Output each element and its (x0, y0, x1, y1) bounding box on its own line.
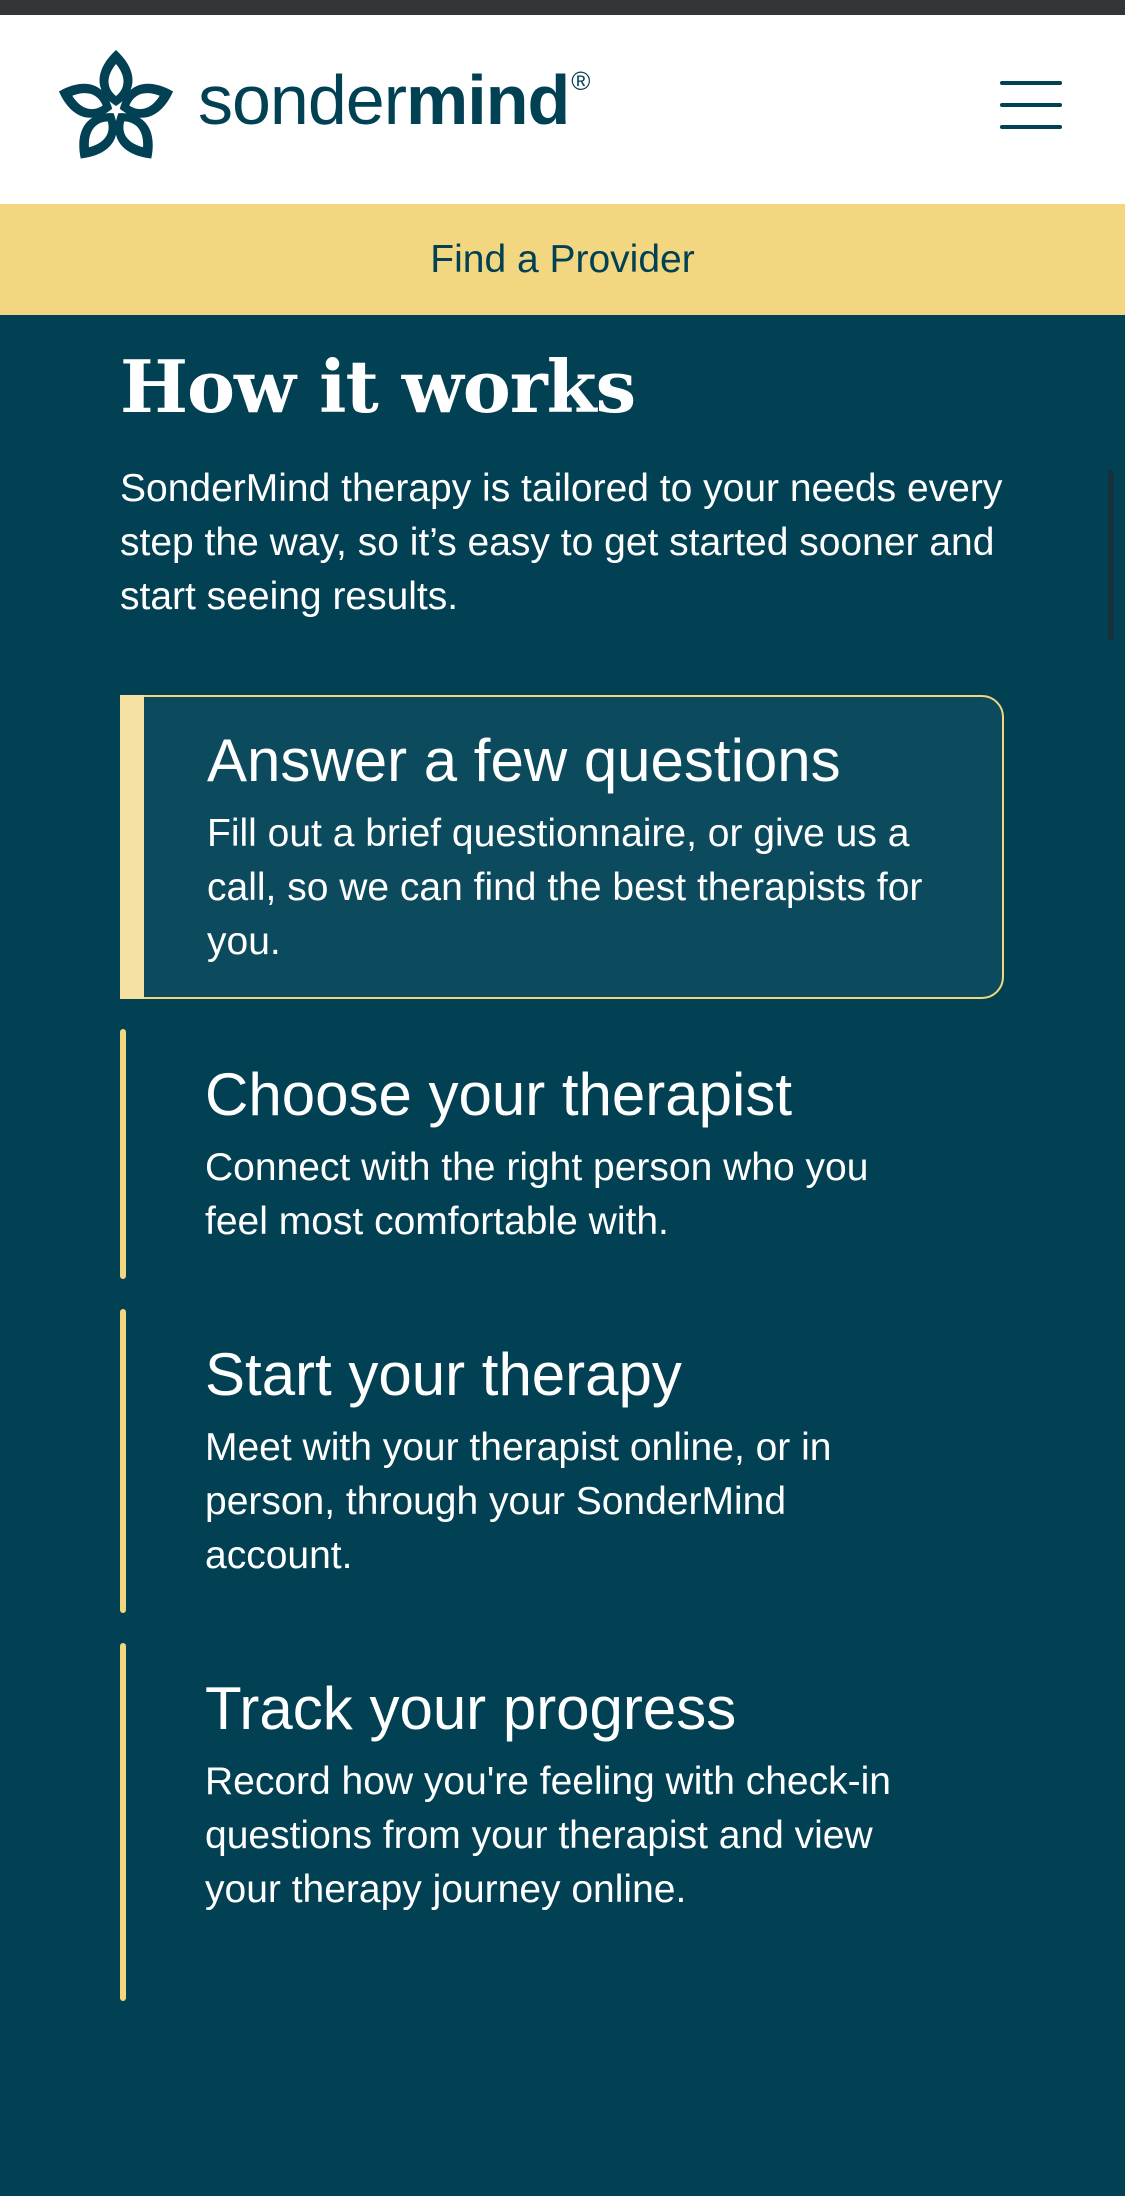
brand-wordmark[interactable]: sondermind® (198, 65, 590, 135)
step-title: Start your therapy (205, 1341, 682, 1408)
step-start-therapy[interactable]: Start your therapy Meet with your therap… (120, 1309, 1004, 1613)
step-indicator-bar (120, 1643, 126, 2001)
step-answer-questions[interactable]: Answer a few questions Fill out a brief … (120, 695, 1004, 999)
registered-mark: ® (571, 66, 590, 96)
section-intro: SonderMind therapy is tailored to your n… (120, 467, 1003, 618)
step-description: Meet with your therapist online, or in p… (205, 1426, 832, 1577)
section-heading: How it works (120, 344, 636, 429)
brand-wordmark-light: sonder (198, 61, 407, 139)
step-description: Connect with the right person who you fe… (205, 1146, 869, 1243)
step-description: Record how you're feeling with check-in … (205, 1760, 891, 1911)
hamburger-menu-icon[interactable] (1000, 77, 1064, 133)
step-title: Answer a few questions (207, 727, 841, 794)
step-title: Choose your therapist (205, 1061, 792, 1128)
site-header: sondermind® (0, 15, 1125, 204)
step-title: Track your progress (205, 1675, 737, 1742)
step-indicator-bar (120, 695, 144, 999)
step-indicator-bar (120, 1029, 126, 1279)
step-choose-therapist[interactable]: Choose your therapist Connect with the r… (120, 1029, 1004, 1279)
scrollbar[interactable] (1108, 470, 1114, 640)
step-indicator-bar (120, 1309, 126, 1613)
step-description: Fill out a brief questionnaire, or give … (207, 812, 923, 963)
sondermind-flower-icon[interactable] (58, 48, 174, 172)
find-a-provider-button[interactable]: Find a Provider (0, 204, 1125, 315)
step-track-progress[interactable]: Track your progress Record how you're fe… (120, 1643, 1004, 2001)
brand-wordmark-bold: mind (406, 61, 570, 139)
status-bar (0, 0, 1125, 15)
